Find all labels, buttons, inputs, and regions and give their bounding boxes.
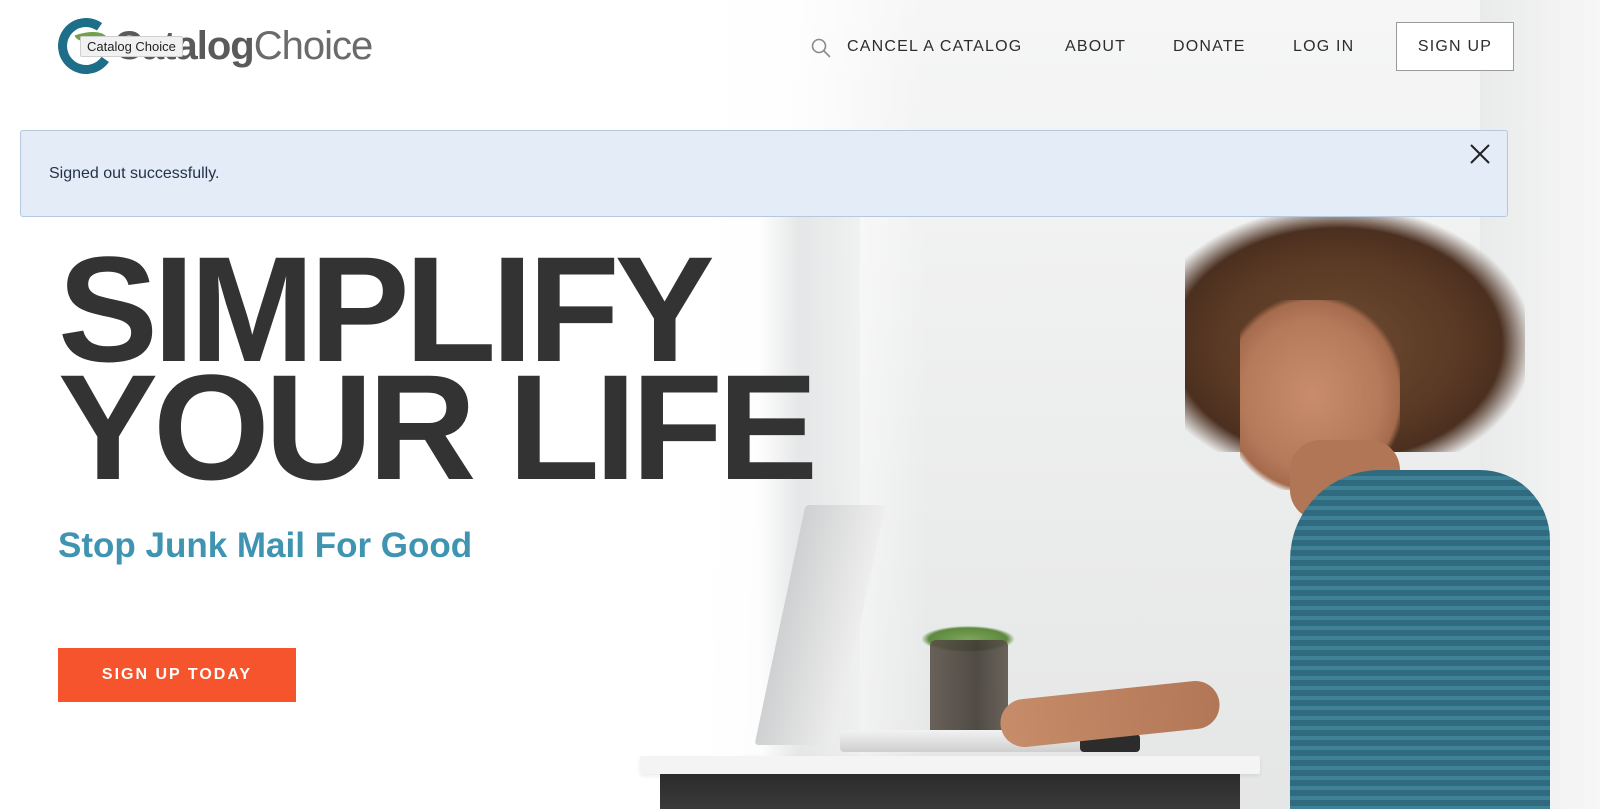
hero-headline: SIMPLIFY YOUR LIFE [58, 234, 818, 511]
sign-up-today-button[interactable]: SIGN UP TODAY [58, 648, 296, 702]
close-icon[interactable] [1467, 141, 1493, 167]
nav-donate[interactable]: DONATE [1173, 38, 1246, 56]
logo-text-regular: Choice [253, 24, 374, 68]
hero-subheadline: Stop Junk Mail For Good [58, 526, 473, 565]
logo-link[interactable]: CatalogChoice Catalog Choice [53, 13, 373, 79]
nav-about[interactable]: ABOUT [1065, 38, 1126, 56]
nav-log-in[interactable]: LOG IN [1293, 38, 1354, 56]
alert-message: Signed out successfully. [49, 165, 220, 182]
hero-headline-line-2: YOUR LIFE [58, 343, 818, 511]
site-header: CatalogChoice Catalog Choice CANCEL A CA… [0, 0, 1600, 96]
logo-tooltip: Catalog Choice [80, 36, 183, 57]
sign-up-button[interactable]: SIGN UP [1396, 22, 1514, 71]
hero-desk-shadow [660, 774, 1240, 809]
hero-desk [640, 756, 1260, 774]
search-icon[interactable] [810, 37, 832, 59]
hero-plant-pot [930, 640, 1008, 736]
hero-person-shirt [1290, 470, 1550, 809]
flash-alert: Signed out successfully. [20, 130, 1508, 217]
nav-cancel-a-catalog[interactable]: CANCEL A CATALOG [847, 38, 1022, 56]
